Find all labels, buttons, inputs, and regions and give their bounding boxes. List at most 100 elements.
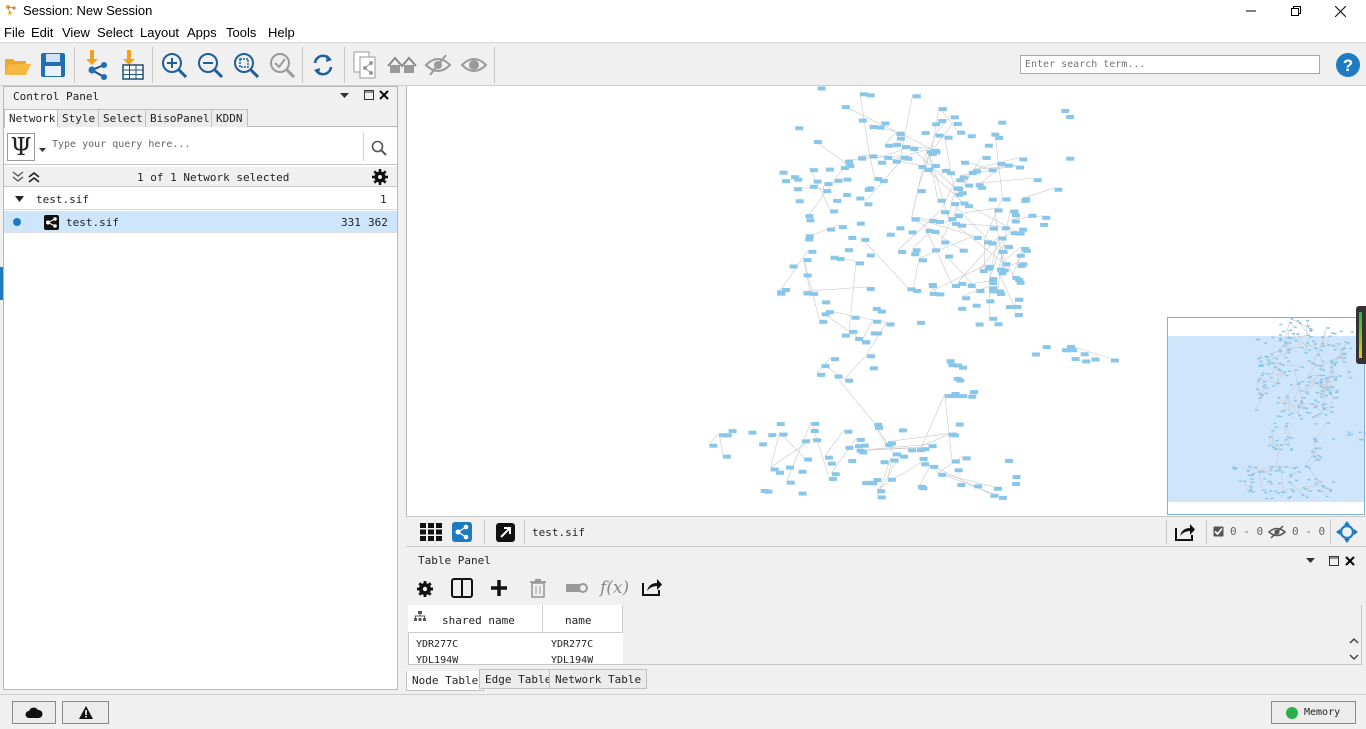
graph-node[interactable] (786, 465, 795, 470)
graph-node[interactable] (994, 322, 1003, 327)
graph-node[interactable] (1255, 388, 1259, 391)
graph-node[interactable] (917, 189, 926, 194)
graph-node[interactable] (941, 210, 950, 215)
graph-node[interactable] (1289, 449, 1293, 451)
graph-node[interactable] (843, 177, 852, 182)
graph-node[interactable] (1283, 371, 1287, 373)
graph-node[interactable] (1317, 458, 1321, 461)
graph-node[interactable] (817, 86, 826, 91)
graph-node[interactable] (1314, 478, 1318, 481)
graph-node[interactable] (925, 228, 934, 233)
side-panel-handle[interactable] (1356, 306, 1366, 364)
graph-node[interactable] (1337, 343, 1341, 345)
close-window-button[interactable] (1318, 0, 1363, 22)
graph-node[interactable] (1322, 345, 1326, 347)
graph-node[interactable] (1301, 381, 1305, 383)
graph-node[interactable] (795, 199, 804, 204)
graph-node[interactable] (1261, 372, 1265, 374)
graph-node[interactable] (950, 115, 959, 120)
graph-node[interactable] (798, 469, 807, 474)
graph-node[interactable] (1280, 444, 1284, 446)
network-overview[interactable] (1167, 317, 1366, 515)
graph-node[interactable] (1315, 392, 1319, 394)
graph-node[interactable] (1314, 347, 1318, 350)
graph-node[interactable] (1331, 386, 1335, 388)
graph-node[interactable] (938, 118, 947, 123)
graph-node[interactable] (1269, 468, 1273, 471)
graph-node[interactable] (944, 135, 953, 140)
graph-node[interactable] (860, 443, 869, 448)
graph-node[interactable] (1324, 378, 1328, 380)
graph-node[interactable] (1331, 332, 1335, 334)
graph-node[interactable] (1299, 418, 1303, 420)
query-input[interactable]: Type your query here... (52, 139, 190, 150)
graph-node[interactable] (1268, 436, 1272, 438)
graph-node[interactable] (1011, 213, 1020, 218)
graph-node[interactable] (1254, 466, 1258, 469)
graph-node[interactable] (1262, 381, 1266, 383)
graph-node[interactable] (825, 167, 834, 172)
graph-node[interactable] (1293, 326, 1297, 329)
graph-node[interactable] (993, 486, 1002, 491)
graph-node[interactable] (1307, 360, 1311, 362)
graph-node[interactable] (1290, 488, 1294, 491)
graph-node[interactable] (886, 232, 895, 237)
graph-node[interactable] (1110, 358, 1119, 363)
graph-node[interactable] (970, 390, 979, 395)
graph-node[interactable] (1313, 399, 1317, 402)
graph-node[interactable] (890, 458, 899, 463)
graph-node[interactable] (877, 489, 886, 494)
graph-node[interactable] (1263, 384, 1267, 386)
graph-node[interactable] (1294, 339, 1298, 342)
graph-node[interactable] (1317, 353, 1321, 356)
graph-node[interactable] (921, 447, 930, 452)
graph-node[interactable] (1323, 403, 1327, 405)
graph-node[interactable] (789, 264, 798, 269)
graph-node[interactable] (827, 227, 836, 232)
graph-node[interactable] (1054, 187, 1063, 192)
graph-node[interactable] (973, 236, 982, 241)
search-icon[interactable] (371, 140, 387, 156)
graph-node[interactable] (1016, 231, 1025, 236)
graph-node[interactable] (1319, 364, 1323, 367)
graph-node[interactable] (1265, 497, 1269, 500)
graph-node[interactable] (1358, 431, 1362, 434)
save-session-button[interactable] (38, 50, 68, 80)
graph-node[interactable] (1324, 414, 1328, 416)
network-graph[interactable] (407, 86, 1167, 516)
graph-node[interactable] (989, 289, 998, 294)
menu-tools[interactable]: Tools (226, 25, 256, 40)
graph-node[interactable] (798, 491, 807, 496)
column-header-name[interactable]: name (543, 605, 623, 633)
graph-node[interactable] (997, 161, 1006, 166)
graph-node[interactable] (1015, 297, 1024, 302)
graph-node[interactable] (1327, 422, 1331, 424)
graph-node[interactable] (861, 340, 870, 345)
graph-node[interactable] (996, 267, 1005, 272)
graph-node[interactable] (1326, 389, 1330, 391)
graph-node[interactable] (938, 107, 947, 112)
graph-node[interactable] (1256, 357, 1260, 360)
graph-node[interactable] (1300, 402, 1304, 405)
graph-node[interactable] (1306, 342, 1310, 344)
graph-node[interactable] (1334, 376, 1338, 378)
graph-node[interactable] (1312, 456, 1316, 458)
graph-node[interactable] (794, 177, 803, 182)
graph-node[interactable] (823, 189, 832, 194)
graph-node[interactable] (979, 269, 988, 274)
graph-node[interactable] (1278, 349, 1282, 351)
graph-node[interactable] (873, 478, 882, 483)
graph-node[interactable] (1278, 482, 1282, 485)
collapse-all-icon[interactable] (12, 171, 24, 183)
graph-node[interactable] (1251, 481, 1255, 484)
graph-node[interactable] (1275, 358, 1279, 360)
graph-node[interactable] (830, 209, 839, 214)
graph-node[interactable] (1333, 364, 1337, 367)
graph-node[interactable] (1016, 253, 1025, 258)
zoom-fit-button[interactable] (231, 50, 261, 80)
graph-node[interactable] (866, 286, 875, 291)
graph-node[interactable] (1313, 406, 1317, 409)
graph-node[interactable] (918, 165, 927, 170)
graph-node[interactable] (776, 422, 785, 427)
graph-node[interactable] (817, 372, 826, 377)
